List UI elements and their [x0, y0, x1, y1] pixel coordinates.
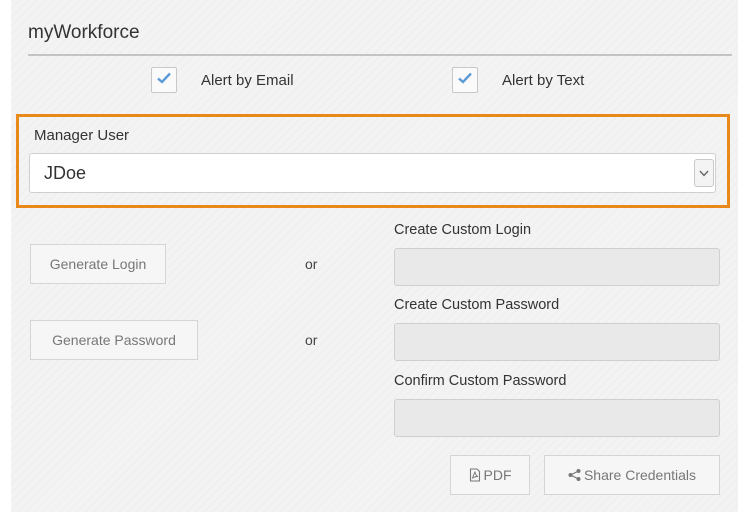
check-icon — [156, 71, 172, 90]
custom-password-label: Create Custom Password — [394, 297, 560, 313]
alert-email-label: Alert by Email — [201, 71, 294, 89]
or-text-password: or — [305, 332, 318, 348]
custom-password-input[interactable] — [394, 323, 720, 361]
check-icon — [457, 71, 473, 90]
title-divider — [28, 54, 732, 56]
pdf-icon — [469, 468, 481, 482]
section-title: myWorkforce — [28, 22, 140, 43]
alert-email-checkbox[interactable] — [151, 67, 177, 93]
alert-text-checkbox[interactable] — [452, 67, 478, 93]
alert-text-label: Alert by Text — [502, 71, 585, 89]
share-credentials-button[interactable]: Share Credentials — [544, 455, 720, 495]
manager-user-group: Manager User JDoe — [16, 114, 730, 208]
pdf-button-label: PDF — [483, 467, 512, 483]
generate-password-button[interactable]: Generate Password — [30, 320, 198, 360]
custom-login-label: Create Custom Login — [394, 222, 532, 238]
alert-text-row: Alert by Text — [452, 67, 584, 93]
manager-user-label: Manager User — [34, 127, 130, 144]
manager-user-value: JDoe — [44, 163, 87, 183]
chevron-down-icon[interactable] — [694, 159, 714, 187]
my-workforce-panel: myWorkforce Alert by Email Alert by Text… — [11, 0, 738, 512]
generate-login-button[interactable]: Generate Login — [30, 244, 166, 284]
confirm-password-label: Confirm Custom Password — [394, 373, 567, 389]
custom-login-input[interactable] — [394, 248, 720, 286]
alert-email-row: Alert by Email — [151, 67, 294, 93]
confirm-password-input[interactable] — [394, 399, 720, 437]
share-icon — [568, 469, 581, 481]
manager-user-select[interactable]: JDoe — [29, 153, 716, 193]
share-credentials-label: Share Credentials — [583, 467, 697, 483]
pdf-button[interactable]: PDF — [450, 455, 530, 495]
or-text-login: or — [305, 256, 318, 272]
